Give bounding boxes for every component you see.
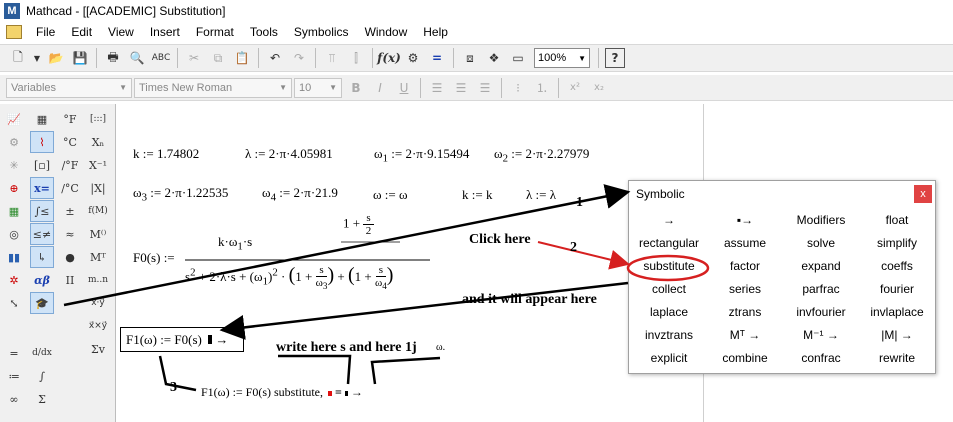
write-here-label: write here s and here 1j xyxy=(276,340,417,355)
annotation-arrow-2 xyxy=(537,241,630,270)
step-3-label: 3 xyxy=(170,380,177,395)
click-here-label: Click here xyxy=(469,232,531,247)
step-1-label: 1 xyxy=(576,195,583,210)
appear-here-label: and it will appear here xyxy=(462,292,597,307)
annotation-arrow-3 xyxy=(158,355,197,392)
substitute-highlight-ellipse xyxy=(626,254,710,282)
annotation-bracket-1j xyxy=(370,356,441,385)
step-2-label: 2 xyxy=(570,240,577,255)
annotation-arrow-1 xyxy=(63,184,631,307)
annotation-bracket-s xyxy=(278,354,352,385)
annotation-overlay xyxy=(63,184,710,392)
omega-hint-label: ω. xyxy=(436,342,446,353)
